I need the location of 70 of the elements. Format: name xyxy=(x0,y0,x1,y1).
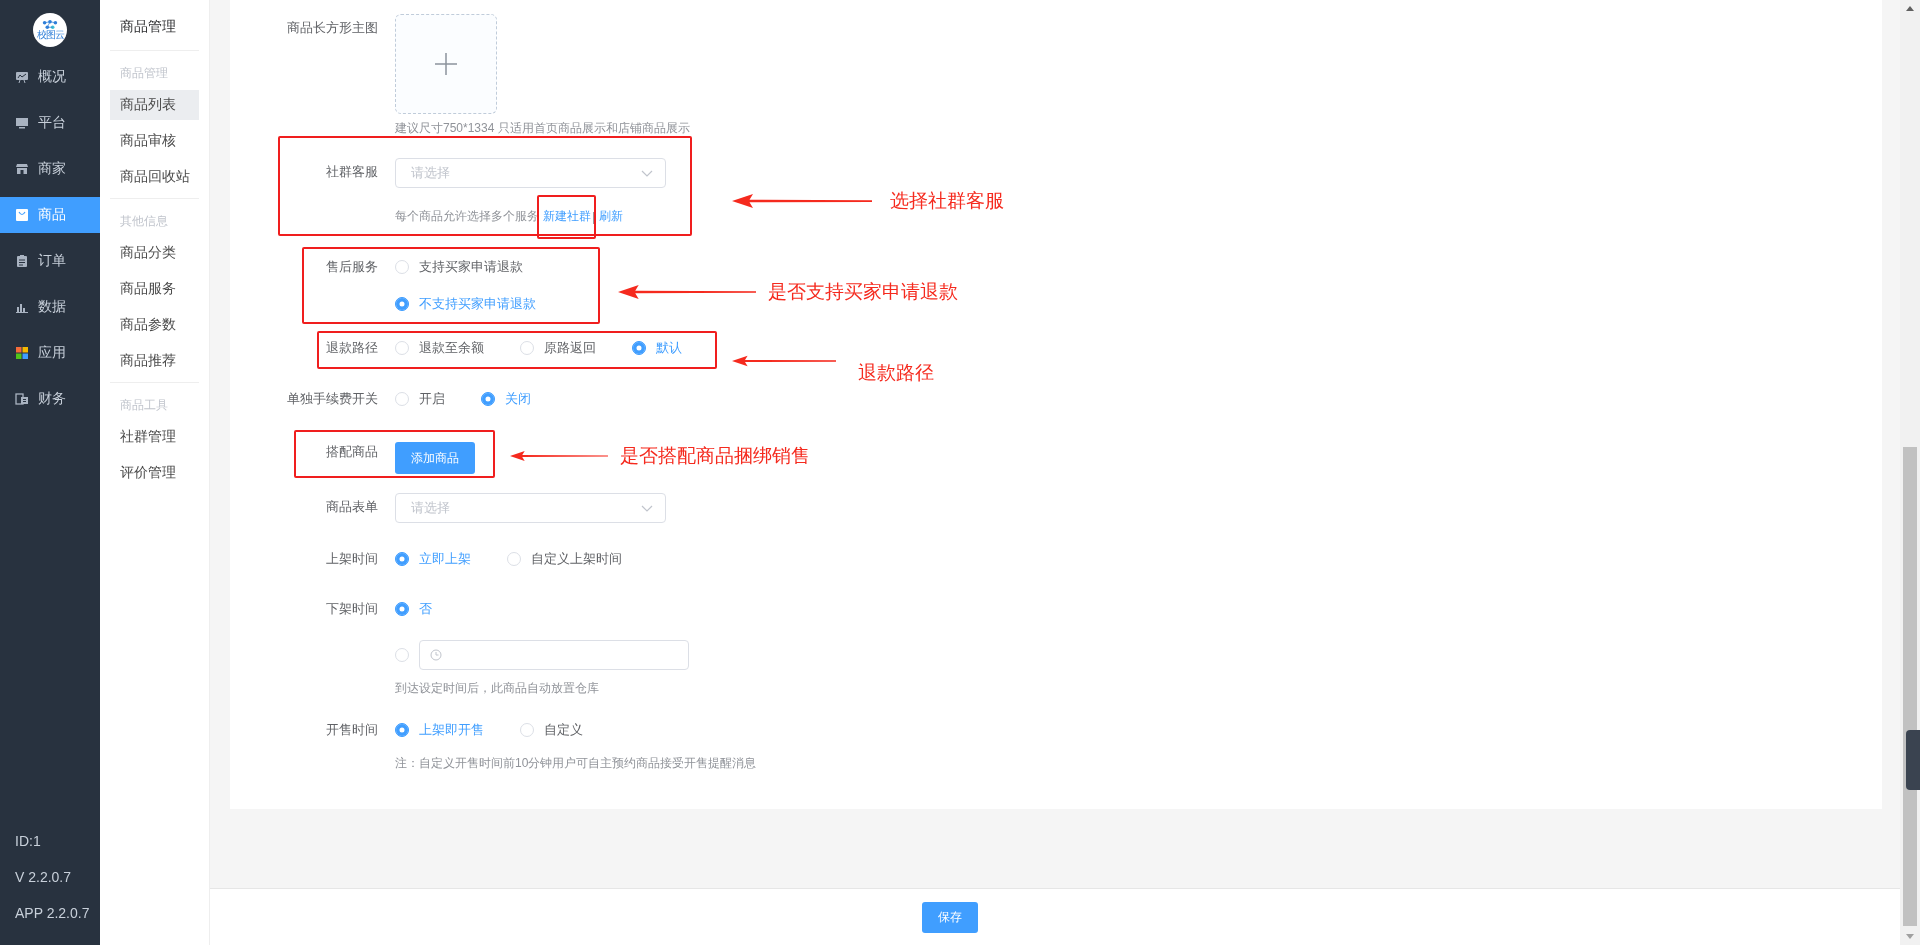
separator-text: | xyxy=(592,209,596,224)
chevron-down-icon xyxy=(641,504,653,512)
field-label: 开售时间 xyxy=(325,721,379,739)
apps-grid-icon xyxy=(15,346,29,360)
radio-label[interactable]: 自定义上架时间 xyxy=(531,550,622,568)
radio-button[interactable] xyxy=(395,723,409,737)
chevron-down-icon xyxy=(641,169,653,177)
submenu-item[interactable]: 商品列表 xyxy=(110,90,199,120)
store-icon xyxy=(15,162,29,176)
radio-label[interactable]: 自定义 xyxy=(544,721,583,739)
hint-text: 到达设定时间后，此商品自动放置仓库 xyxy=(395,680,599,697)
submenu-title: 商品管理 xyxy=(119,17,177,36)
image-upload[interactable] xyxy=(395,14,497,114)
radio-label[interactable]: 退款至余额 xyxy=(419,339,484,357)
hint-text: 建议尺寸750*1334 只适用首页商品展示和店铺商品展示 xyxy=(395,120,690,137)
nav-item[interactable]: 概况 xyxy=(0,59,100,95)
submenu-item[interactable]: 商品推荐 xyxy=(110,346,199,376)
radio-button[interactable] xyxy=(632,341,646,355)
submenu-item[interactable]: 评价管理 xyxy=(110,458,199,488)
field-label: 商品长方形主图 xyxy=(286,19,379,37)
clipboard-icon xyxy=(15,254,29,268)
submenu-heading: 商品管理 xyxy=(119,65,169,82)
field-label: 社群客服 xyxy=(325,163,379,181)
nav-item[interactable]: 订单 xyxy=(0,243,100,279)
hint-text: 注：自定义开售时间前10分钟用户可自主预约商品接受开售提醒消息 xyxy=(395,755,757,772)
nav-item[interactable]: 数据 xyxy=(0,289,100,325)
clock-icon xyxy=(430,649,442,661)
field-label: 售后服务 xyxy=(325,258,379,276)
submenu-heading: 商品工具 xyxy=(119,397,169,414)
field-label: 商品表单 xyxy=(325,498,379,516)
radio-label[interactable]: 支持买家申请退款 xyxy=(419,258,523,276)
annotation-text: 选择社群客服 xyxy=(890,189,1004,213)
plus-icon xyxy=(434,52,458,76)
scrollbar[interactable] xyxy=(1900,0,1920,945)
submenu-item[interactable]: 商品参数 xyxy=(110,310,199,340)
field-label: 下架时间 xyxy=(325,600,379,618)
radio-label[interactable]: 原路返回 xyxy=(544,339,596,357)
nav-item[interactable]: 商家 xyxy=(0,151,100,187)
annotation-text: 是否支持买家申请退款 xyxy=(768,280,958,304)
radio-button[interactable] xyxy=(395,297,409,311)
field-label: 单独手续费开关 xyxy=(286,390,379,408)
submenu-item[interactable]: 商品回收站 xyxy=(110,162,199,192)
submenu-item[interactable]: 商品审核 xyxy=(110,126,199,156)
version-text: APP 2.2.0.7 xyxy=(15,904,91,923)
datetime-field[interactable] xyxy=(419,640,689,670)
version-text: V 2.2.0.7 xyxy=(15,868,73,887)
submenu-item[interactable]: 商品分类 xyxy=(110,238,199,268)
field-label: 退款路径 xyxy=(325,339,379,357)
version-text: ID:1 xyxy=(15,832,42,851)
field-label: 上架时间 xyxy=(325,550,379,568)
submenu-heading: 其他信息 xyxy=(119,213,169,230)
submenu-item[interactable]: 社群管理 xyxy=(110,422,199,452)
scrollbar-thumb[interactable] xyxy=(1903,447,1917,926)
hint-text: 每个商品允许选择多个服务 xyxy=(395,208,539,225)
radio-button[interactable] xyxy=(395,602,409,616)
ledger-icon xyxy=(15,392,29,406)
radio-label[interactable]: 开启 xyxy=(419,390,445,408)
annotation-text: 退款路径 xyxy=(858,361,934,385)
monitor-icon xyxy=(15,116,29,130)
submenu-item[interactable]: 商品服务 xyxy=(110,274,199,304)
bag-icon xyxy=(15,208,29,222)
nav-item[interactable]: 财务 xyxy=(0,381,100,417)
chart-board-icon xyxy=(15,70,29,84)
nav-item[interactable]: 应用 xyxy=(0,335,100,371)
field-label: 搭配商品 xyxy=(325,443,379,461)
annotation-text: 是否搭配商品捆绑销售 xyxy=(620,444,810,468)
radio-button[interactable] xyxy=(395,552,409,566)
logo[interactable]: 校图云 xyxy=(33,13,67,47)
radio-button[interactable] xyxy=(481,392,495,406)
nav-item[interactable]: 平台 xyxy=(0,105,100,141)
